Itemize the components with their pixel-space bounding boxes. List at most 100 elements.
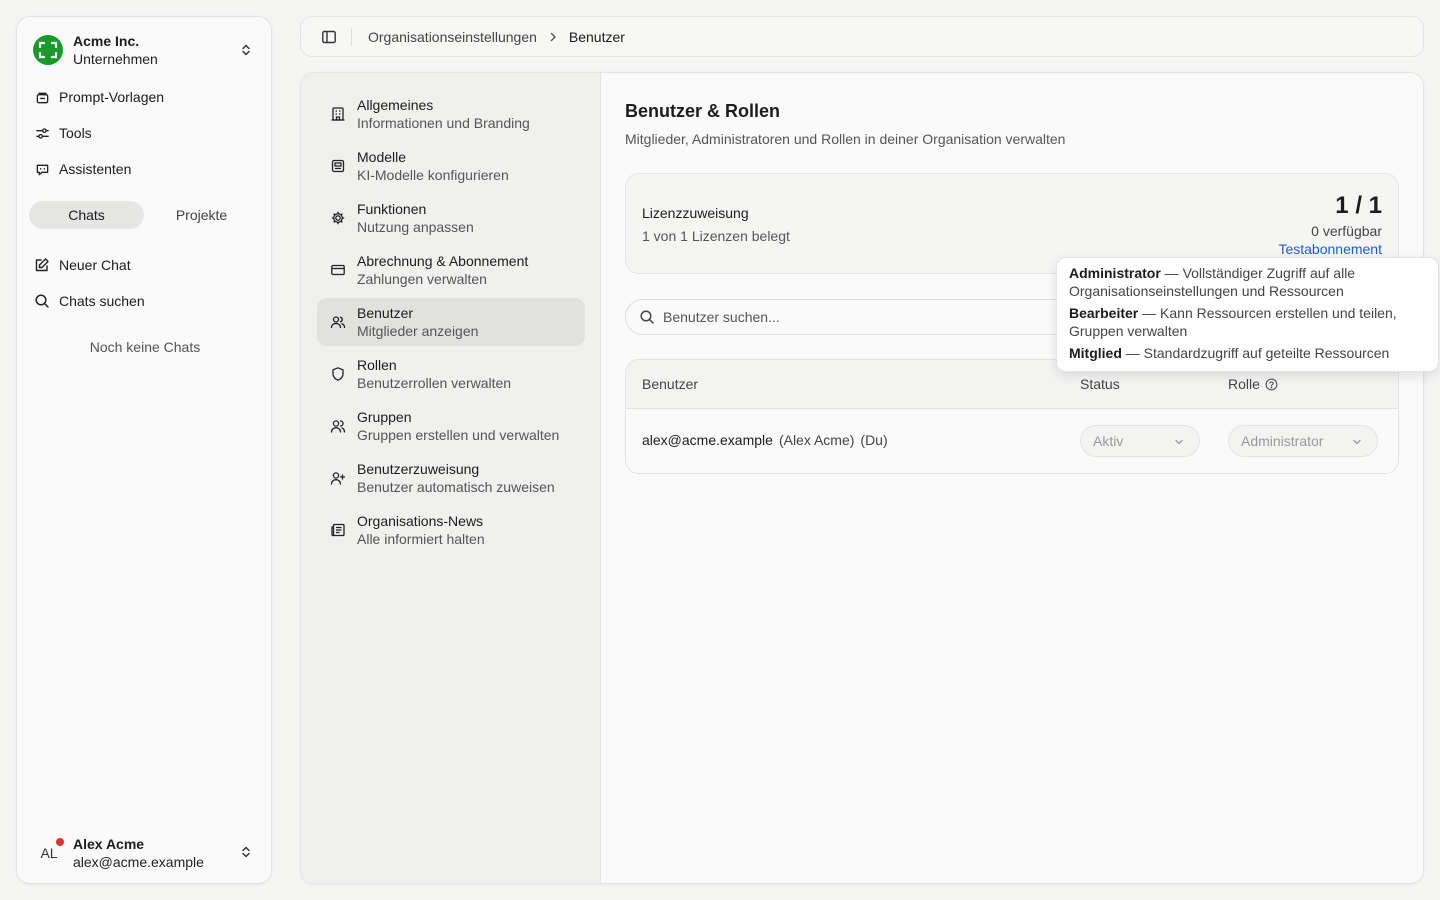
new-chat-label: Neuer Chat bbox=[59, 257, 131, 273]
settings-item-features[interactable]: Funktionen Nutzung anpassen bbox=[317, 194, 585, 242]
settings-item-title: Rollen bbox=[357, 357, 397, 373]
tab-projects[interactable]: Projekte bbox=[144, 201, 259, 229]
settings-item-general[interactable]: Allgemeines Informationen und Branding bbox=[317, 90, 585, 138]
settings-item-org-news[interactable]: Organisations-News Alle informiert halte… bbox=[317, 506, 585, 554]
tooltip-admin: Administrator — Vollständiger Zugriff au… bbox=[1069, 264, 1426, 300]
tooltip-member: Mitglied — Standardzugriff auf geteilte … bbox=[1069, 344, 1426, 362]
credit-card-icon bbox=[329, 261, 347, 279]
gear-icon bbox=[329, 209, 347, 227]
settings-item-title: Benutzer bbox=[357, 305, 414, 321]
chevron-up-down-icon bbox=[239, 845, 253, 859]
sidebar-item-assistants[interactable]: Assistenten bbox=[33, 155, 257, 183]
page-description: Mitglieder, Administratoren und Rollen i… bbox=[625, 131, 1066, 147]
status-select[interactable]: Aktiv bbox=[1080, 425, 1200, 457]
org-switcher[interactable]: Acme Inc. Unternehmen bbox=[33, 31, 257, 69]
license-count: 1 / 1 bbox=[1335, 192, 1382, 219]
role-select-value: Administrator bbox=[1241, 433, 1324, 449]
settings-panel: Allgemeines Informationen und Branding M… bbox=[300, 72, 1424, 884]
tooltip-role-name: Bearbeiter bbox=[1069, 305, 1139, 321]
sidebar-item-label: Prompt-Vorlagen bbox=[59, 89, 165, 105]
sidebar-item-label: Assistenten bbox=[59, 161, 132, 177]
user-cell: alex@acme.example (Alex Acme) (Du) bbox=[642, 432, 888, 448]
search-chats-button[interactable]: Chats suchen bbox=[33, 287, 257, 315]
settings-item-title: Abrechnung & Abonnement bbox=[357, 253, 529, 269]
tab-chats[interactable]: Chats bbox=[29, 201, 144, 229]
chevron-down-icon bbox=[1351, 436, 1363, 448]
table-row: alex@acme.example (Alex Acme) (Du) Aktiv A… bbox=[626, 409, 1398, 473]
notification-dot bbox=[56, 838, 64, 846]
sidebar-item-tools[interactable]: Tools bbox=[33, 119, 257, 147]
license-label: Lizenzzuweisung bbox=[642, 205, 749, 221]
shield-icon bbox=[329, 365, 347, 383]
license-available: 0 verfügbar bbox=[1311, 223, 1382, 239]
tooltip-role-name: Mitglied bbox=[1069, 345, 1122, 361]
settings-item-user-assignment[interactable]: Benutzerzuweisung Benutzer automatisch z… bbox=[317, 454, 585, 502]
settings-item-subtitle: Benutzer automatisch zuweisen bbox=[357, 479, 555, 495]
settings-item-title: Funktionen bbox=[357, 201, 427, 217]
breadcrumb-org-settings[interactable]: Organisationseinstellungen bbox=[368, 29, 537, 45]
empty-chats-text: Noch keine Chats bbox=[89, 339, 201, 355]
settings-item-title: Modelle bbox=[357, 149, 407, 165]
model-icon bbox=[329, 157, 347, 175]
settings-item-subtitle: Alle informiert halten bbox=[357, 531, 485, 547]
breadcrumb-current: Benutzer bbox=[568, 28, 625, 45]
tooltip-role-desc: — Standardzugriff auf geteilte Ressource… bbox=[1121, 345, 1390, 361]
chevron-down-icon bbox=[1173, 436, 1185, 448]
new-chat-icon bbox=[33, 256, 51, 274]
settings-item-title: Allgemeines bbox=[357, 97, 434, 113]
status-select-value: Aktiv bbox=[1093, 433, 1124, 449]
app-sidebar: Acme Inc. Unternehmen Prompt-Vorlagen To… bbox=[16, 16, 272, 884]
settings-item-subtitle: Informationen und Branding bbox=[357, 115, 530, 131]
user-plus-icon bbox=[329, 469, 347, 487]
settings-item-subtitle: Zahlungen verwalten bbox=[357, 271, 487, 287]
column-header-status: Status bbox=[1080, 376, 1120, 392]
assistant-icon bbox=[33, 160, 51, 178]
settings-item-subtitle: Nutzung anpassen bbox=[357, 219, 474, 235]
users-icon bbox=[329, 313, 347, 331]
chat-project-toggle: Chats Projekte bbox=[29, 201, 259, 229]
org-logo-icon bbox=[33, 35, 63, 65]
help-circle-icon[interactable] bbox=[1265, 378, 1278, 391]
user-row-email: alex@acme.example bbox=[642, 432, 773, 448]
settings-item-subtitle: Benutzerrollen verwalten bbox=[357, 375, 512, 391]
new-chat-button[interactable]: Neuer Chat bbox=[33, 251, 257, 279]
org-type: Unternehmen bbox=[73, 51, 158, 67]
sidebar-item-prompt-templates[interactable]: Prompt-Vorlagen bbox=[33, 83, 257, 111]
settings-item-models[interactable]: Modelle KI-Modelle konfigurieren bbox=[317, 142, 585, 190]
chevron-right-icon bbox=[547, 31, 559, 43]
column-header-role-label: Rolle bbox=[1228, 376, 1260, 392]
user-name: Alex Acme bbox=[73, 836, 145, 852]
settings-item-subtitle: Gruppen erstellen und verwalten bbox=[357, 427, 560, 443]
search-icon bbox=[33, 292, 51, 310]
users-table: Benutzer Status Rolle alex@acme.example (… bbox=[625, 359, 1399, 474]
settings-item-users[interactable]: Benutzer Mitglieder anzeigen bbox=[317, 298, 585, 346]
user-row-name: (Alex Acme) bbox=[778, 432, 855, 448]
prompt-template-icon bbox=[33, 88, 51, 106]
page-title: Benutzer & Rollen bbox=[625, 101, 781, 121]
tools-sliders-icon bbox=[33, 124, 51, 142]
org-name: Acme Inc. bbox=[73, 33, 140, 49]
role-select[interactable]: Administrator bbox=[1228, 425, 1378, 457]
settings-nav: Allgemeines Informationen und Branding M… bbox=[301, 73, 601, 883]
user-menu[interactable]: AL Alex Acme alex@acme.example bbox=[33, 831, 257, 875]
column-header-role: Rolle bbox=[1228, 376, 1278, 392]
tooltip-role-name: Administrator bbox=[1069, 265, 1161, 281]
building-icon bbox=[329, 105, 347, 123]
settings-item-roles[interactable]: Rollen Benutzerrollen verwalten bbox=[317, 350, 585, 398]
divider bbox=[351, 27, 352, 46]
settings-item-title: Organisations-News bbox=[357, 513, 484, 529]
avatar: AL bbox=[33, 837, 65, 869]
settings-item-subtitle: KI-Modelle konfigurieren bbox=[357, 167, 509, 183]
user-row-self-badge: (Du) bbox=[860, 432, 888, 448]
breadcrumb-bar: Organisationseinstellungen Benutzer bbox=[300, 16, 1424, 57]
settings-item-groups[interactable]: Gruppen Gruppen erstellen und verwalten bbox=[317, 402, 585, 450]
column-header-user: Benutzer bbox=[642, 376, 699, 392]
trial-plan-link[interactable]: Testabonnement bbox=[1278, 241, 1382, 257]
settings-item-billing[interactable]: Abrechnung & Abonnement Zahlungen verwal… bbox=[317, 246, 585, 294]
breadcrumb: Organisationseinstellungen Benutzer bbox=[368, 29, 625, 45]
search-icon bbox=[639, 309, 655, 325]
users-roles-content: Benutzer & Rollen Mitglieder, Administra… bbox=[601, 73, 1423, 883]
chevron-up-down-icon bbox=[239, 43, 253, 57]
sidebar-toggle-icon[interactable] bbox=[319, 27, 339, 47]
settings-item-title: Benutzerzuweisung bbox=[357, 461, 480, 477]
